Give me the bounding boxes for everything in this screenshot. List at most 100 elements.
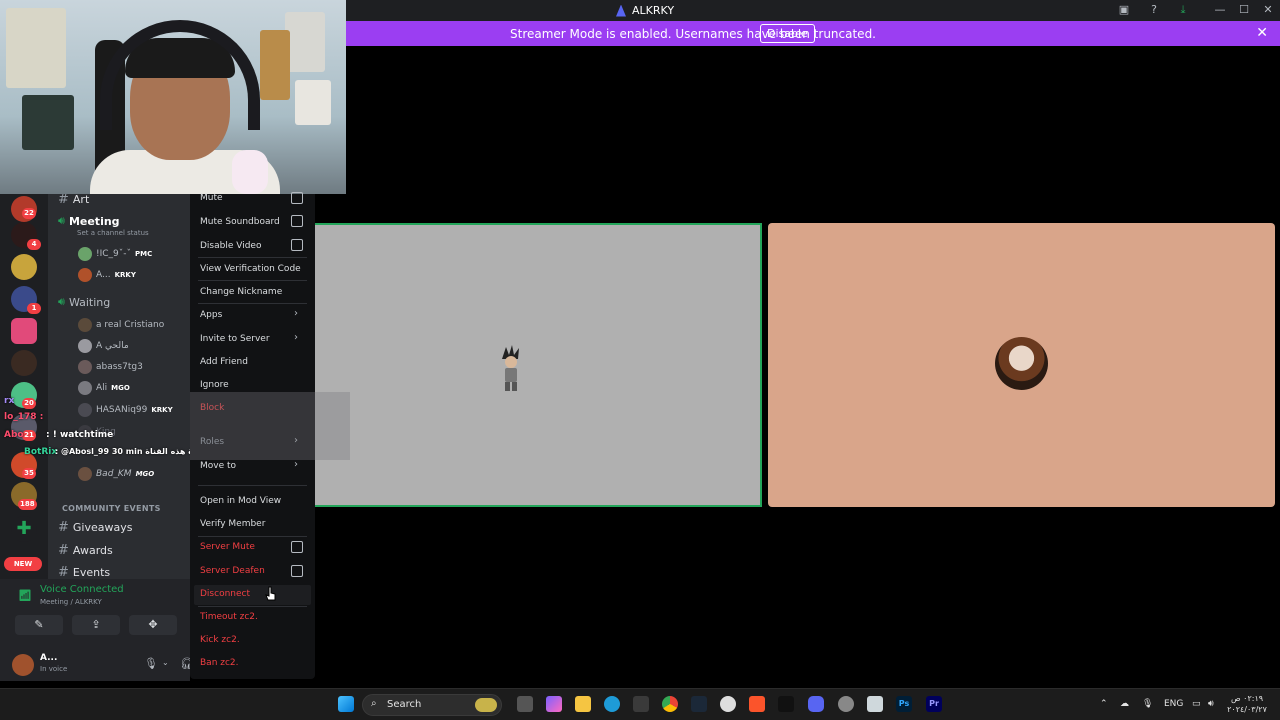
menu-item-mute-soundboard[interactable]: Mute Soundboard xyxy=(200,217,280,227)
menu-item-apps[interactable]: Apps xyxy=(200,310,222,320)
discord-icon[interactable] xyxy=(808,696,824,712)
menu-item-view-verification-code[interactable]: View Verification Code xyxy=(200,264,301,274)
mute-soundboard-checkbox[interactable] xyxy=(291,215,303,227)
menu-item-invite-to-server[interactable]: Invite to Server xyxy=(200,334,270,344)
voice-user[interactable]: a real Cristiano xyxy=(78,318,164,332)
server-mute-checkbox[interactable] xyxy=(291,541,303,553)
menu-item-server-deafen[interactable]: Server Deafen xyxy=(200,566,265,576)
avatar xyxy=(78,318,92,332)
menu-item-move-to[interactable]: Move to xyxy=(200,461,236,471)
volume-icon[interactable]: 🔊︎ xyxy=(1208,699,1214,709)
voice-channel-meeting[interactable]: 🔊︎ Meeting xyxy=(58,214,120,228)
help-icon[interactable]: ? xyxy=(1146,3,1162,17)
mention-badge: 1 xyxy=(27,303,41,314)
menu-item-mute[interactable]: Mute xyxy=(200,193,223,203)
speaker-icon: 🔊︎ xyxy=(58,295,65,308)
channel-giveaways[interactable]: # Giveaways xyxy=(58,520,132,535)
menu-item-verify-member[interactable]: Verify Member xyxy=(200,519,265,529)
capcut-icon[interactable] xyxy=(778,696,794,712)
category-community-events[interactable]: COMMUNITY EVENTS xyxy=(62,504,161,513)
app-icon[interactable] xyxy=(867,696,883,712)
voice-channel-waiting[interactable]: 🔊︎ Waiting xyxy=(58,295,110,309)
brave-icon[interactable] xyxy=(749,696,765,712)
webcam-overlay xyxy=(0,0,346,194)
avatar xyxy=(78,467,92,481)
menu-item-kick[interactable]: Kick zc2. xyxy=(200,635,240,645)
clock[interactable]: ٠٢:١٩ ص ٢٠٢٤/٠٣/٢٧ xyxy=(1222,693,1272,715)
screen-share-icon[interactable]: ⇪ xyxy=(72,615,120,635)
server-icon[interactable] xyxy=(11,318,37,344)
menu-item-timeout[interactable]: Timeout zc2. xyxy=(200,612,258,622)
user-status: In voice xyxy=(40,665,68,673)
chrome-icon[interactable] xyxy=(662,696,678,712)
settings-icon[interactable] xyxy=(720,696,736,712)
voice-user[interactable]: A مالحي xyxy=(78,339,129,353)
app-icon[interactable] xyxy=(838,696,854,712)
close-window-icon[interactable]: ✕ xyxy=(1260,3,1276,17)
disable-video-checkbox[interactable] xyxy=(291,239,303,251)
inbox-icon[interactable]: ▣ xyxy=(1116,3,1132,17)
menu-item-disconnect[interactable]: Disconnect xyxy=(200,589,250,599)
menu-item-ignore[interactable]: Ignore xyxy=(200,380,229,390)
avatar[interactable] xyxy=(12,654,34,676)
server-icon[interactable] xyxy=(11,254,37,280)
avatar xyxy=(78,360,92,374)
edge-icon[interactable] xyxy=(604,696,620,712)
voice-user[interactable]: Ali MGO xyxy=(78,381,130,395)
maximize-icon[interactable]: ☐ xyxy=(1236,3,1252,17)
network-icon[interactable]: ▭ xyxy=(1192,699,1201,709)
search-highlight-icon xyxy=(475,698,497,712)
video-off-icon[interactable]: ✎ xyxy=(15,615,63,635)
premiere-icon[interactable]: Pr xyxy=(926,696,942,712)
minimize-icon[interactable]: — xyxy=(1212,3,1228,17)
chevron-down-icon[interactable]: ⌄ xyxy=(162,658,169,667)
steam-icon[interactable] xyxy=(691,696,707,712)
voice-user[interactable]: !IC_9ˇ-ˇ PMC xyxy=(78,247,152,261)
microphone-icon[interactable]: 🎙︎ xyxy=(1142,699,1153,709)
menu-item-ban[interactable]: Ban zc2. xyxy=(200,658,239,668)
voice-user[interactable]: A... KRKY xyxy=(78,268,136,282)
server-deafen-checkbox[interactable] xyxy=(291,565,303,577)
chevron-up-icon[interactable]: ⌃ xyxy=(1100,699,1108,709)
chevron-right-icon: › xyxy=(294,459,298,470)
user-bar: A... In voice 🎙︎ ⌄ 🎧︎ xyxy=(0,642,194,681)
channel-awards[interactable]: # Awards xyxy=(58,543,113,558)
voice-user[interactable]: HASANiq99 KRKY xyxy=(78,403,173,417)
activities-icon[interactable]: ✥ xyxy=(129,615,177,635)
video-tile-1[interactable] xyxy=(314,223,762,507)
close-banner-icon[interactable]: ✕ xyxy=(1256,25,1268,41)
photoshop-icon[interactable]: Ps xyxy=(896,696,912,712)
voice-user[interactable]: abass7tg3 xyxy=(78,360,143,374)
language-indicator[interactable]: ENG xyxy=(1164,699,1183,709)
channel-events[interactable]: # Events xyxy=(58,565,110,579)
task-view-icon[interactable] xyxy=(517,696,533,712)
download-icon[interactable]: ⤓ xyxy=(1175,3,1191,17)
cloud-icon[interactable]: ☁ xyxy=(1120,699,1129,709)
disable-streamer-mode-button[interactable]: Disable xyxy=(760,24,815,43)
menu-item-change-nickname[interactable]: Change Nickname xyxy=(200,287,282,297)
gold-play-button xyxy=(6,8,66,88)
windows-start-icon[interactable] xyxy=(338,696,354,712)
channel-art[interactable]: # Art xyxy=(58,194,89,207)
add-server-icon[interactable]: ✚ xyxy=(11,516,37,542)
server-logo-icon xyxy=(616,4,626,17)
mute-checkbox[interactable] xyxy=(291,192,303,204)
menu-item-disable-video[interactable]: Disable Video xyxy=(200,241,261,251)
voice-user[interactable]: Bad_KM MGO xyxy=(78,467,154,481)
server-icon[interactable] xyxy=(11,350,37,376)
menu-item-open-in-mod-view[interactable]: Open in Mod View xyxy=(200,496,281,506)
file-explorer-icon[interactable] xyxy=(575,696,591,712)
goku-avatar xyxy=(502,345,519,391)
cursor-hand-icon xyxy=(265,586,276,601)
channel-status[interactable]: Set a channel status xyxy=(77,229,149,237)
store-icon[interactable] xyxy=(633,696,649,712)
menu-item-server-mute[interactable]: Server Mute xyxy=(200,542,255,552)
copilot-icon[interactable] xyxy=(546,696,562,712)
taskbar-search[interactable]: ⌕ Search xyxy=(362,694,502,716)
microphone-icon[interactable]: 🎙︎ xyxy=(144,657,158,670)
window-title: ALKRKY xyxy=(616,4,674,17)
voice-location[interactable]: Meeting / ALKRKY xyxy=(40,598,102,606)
voice-status[interactable]: Voice Connected xyxy=(40,584,124,595)
menu-item-add-friend[interactable]: Add Friend xyxy=(200,357,248,367)
video-tile-2[interactable] xyxy=(768,223,1275,507)
